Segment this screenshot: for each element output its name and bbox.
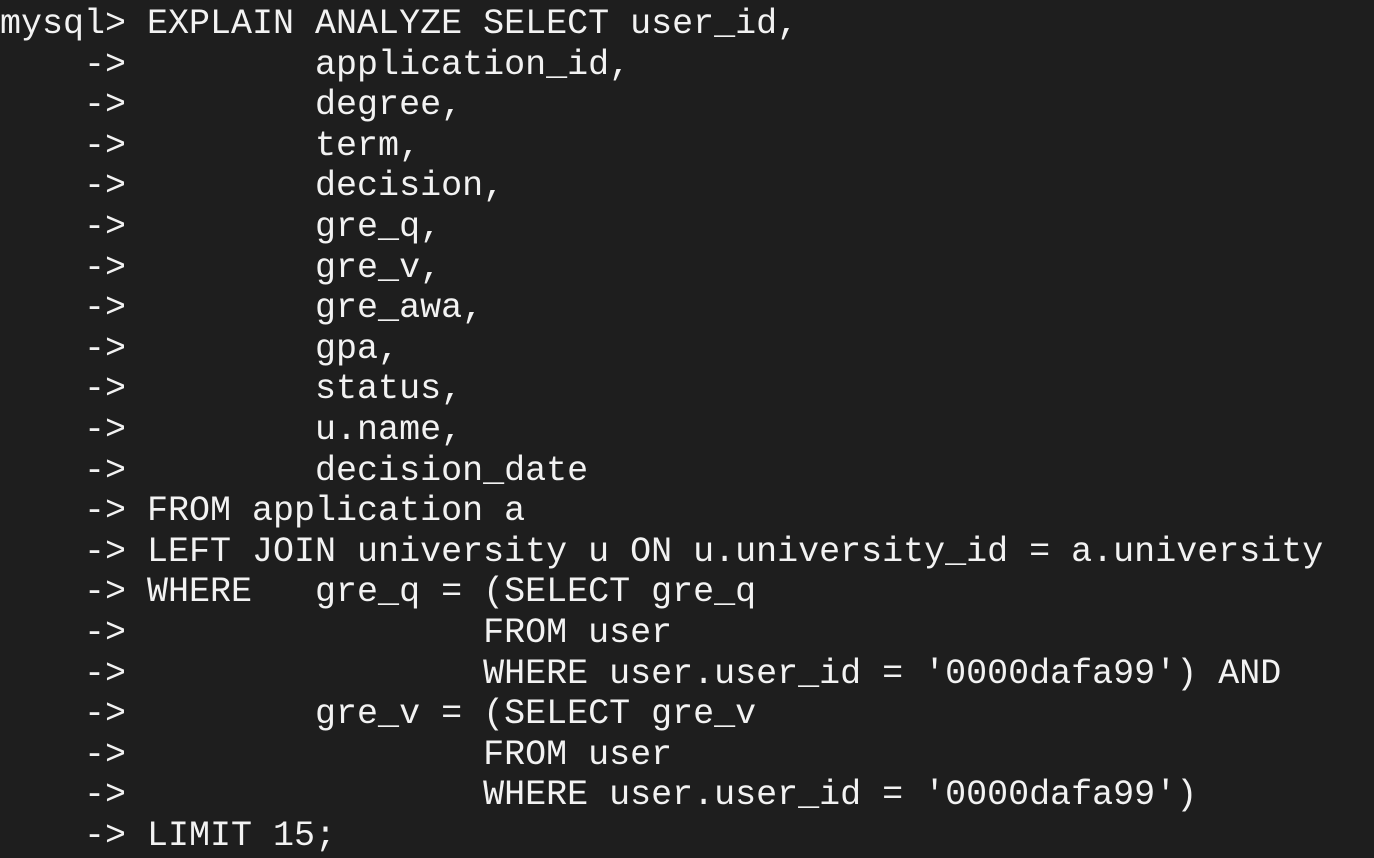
terminal-line: -> gre_v, (0, 247, 442, 288)
terminal-line: mysql> EXPLAIN ANALYZE SELECT user_id, (0, 4, 799, 44)
terminal-line: -> degree, (0, 85, 463, 126)
terminal-line: -> term, (0, 125, 421, 166)
terminal-line: -> LIMIT 15; (0, 815, 337, 856)
terminal-line: -> gre_awa, (0, 288, 484, 329)
terminal-line: -> LEFT JOIN university u ON u.universit… (0, 531, 1324, 572)
terminal-line: -> WHERE user.user_id = '0000dafa99') (0, 775, 1198, 816)
terminal-line: -> gre_q, (0, 206, 442, 247)
terminal-line: -> FROM user (0, 612, 673, 653)
terminal-line: -> FROM user (0, 734, 673, 775)
terminal-line: -> status, (0, 369, 463, 410)
terminal-line: -> gpa, (0, 328, 400, 369)
terminal-line: -> WHERE gre_q = (SELECT gre_q (0, 572, 757, 613)
terminal-line: -> FROM application a (0, 491, 526, 532)
terminal-line: -> decision_date (0, 450, 589, 491)
terminal-line: -> gre_v = (SELECT gre_v (0, 694, 757, 735)
terminal-line: -> WHERE user.user_id = '0000dafa99') AN… (0, 653, 1282, 694)
terminal-line: -> decision, (0, 166, 505, 207)
terminal-window[interactable]: mysql> EXPLAIN ANALYZE SELECT user_id, -… (0, 0, 1374, 858)
terminal-line: -> application_id, (0, 44, 631, 85)
terminal-line: -> u.name, (0, 409, 463, 450)
